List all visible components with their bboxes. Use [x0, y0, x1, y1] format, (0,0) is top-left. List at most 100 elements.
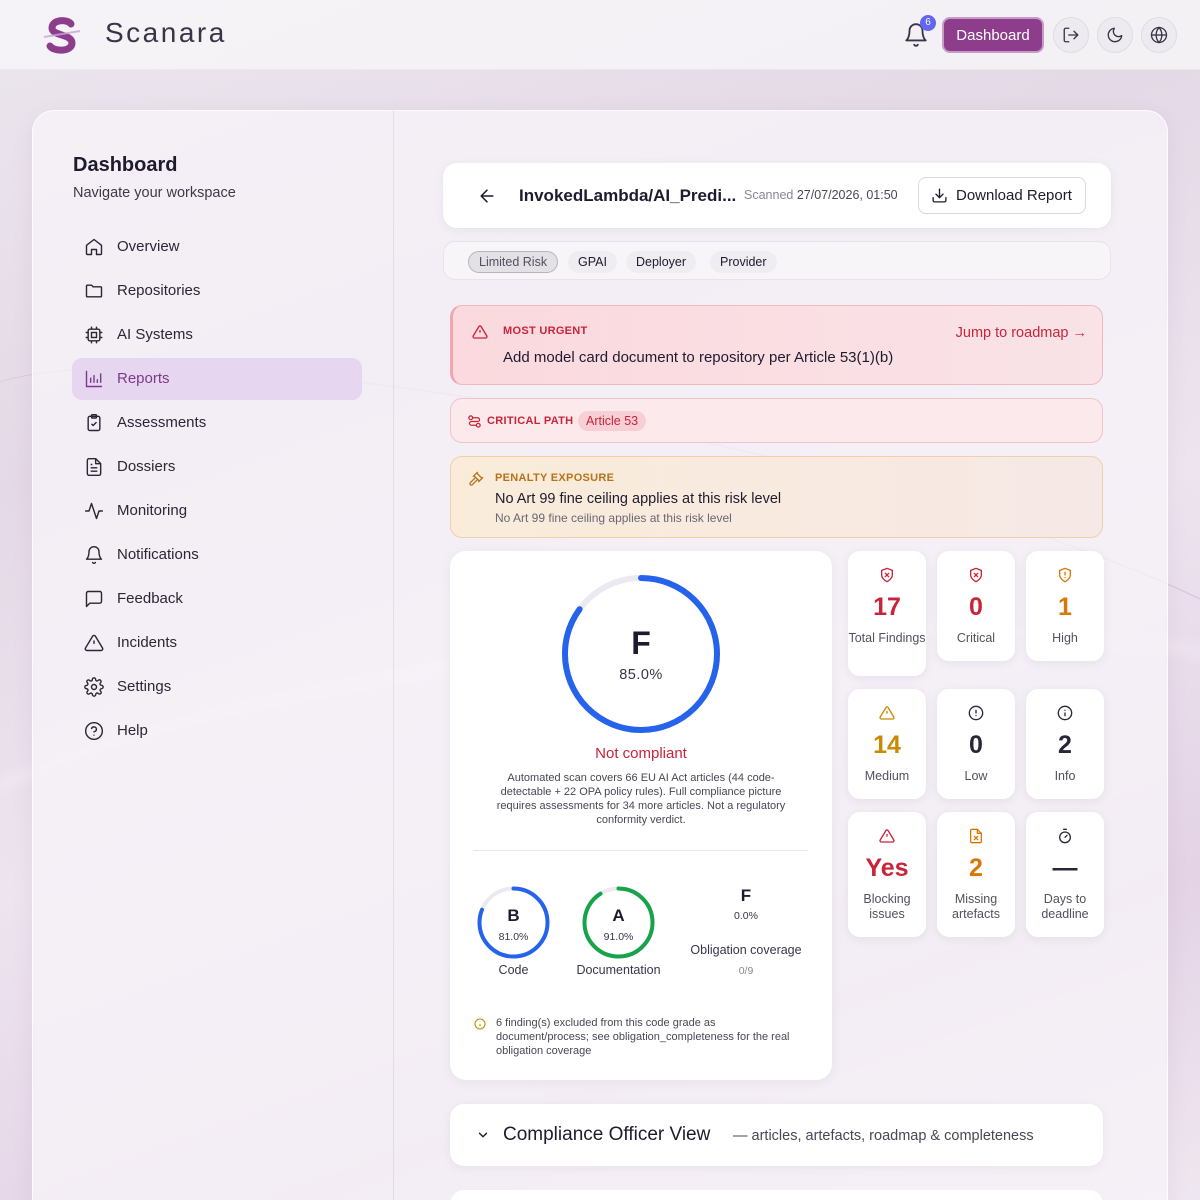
- code-percent: 81.0%: [498, 931, 529, 943]
- sidebar-item-label: Notifications: [117, 546, 199, 563]
- report-title: InvokedLambda/AI_Predi...: [519, 186, 737, 205]
- alert-circle-icon: [968, 705, 984, 721]
- stat-label: High: [1052, 631, 1078, 645]
- scanara-logo-icon[interactable]: [40, 14, 84, 58]
- language-button[interactable]: [1141, 17, 1177, 53]
- stat-label: Total Findings: [848, 631, 926, 645]
- sidebar-item-settings[interactable]: Settings: [72, 666, 362, 708]
- sidebar-item-label: Incidents: [117, 634, 178, 651]
- logout-button[interactable]: [1053, 17, 1089, 53]
- stat-days-to-deadline[interactable]: — Days to deadline: [1026, 812, 1104, 937]
- sidebar-item-label: Monitoring: [117, 502, 188, 519]
- stat-value: —: [1052, 854, 1078, 882]
- sidebar-item-label: Overview: [117, 238, 180, 255]
- sidebar-item-label: Repositories: [117, 282, 201, 299]
- stat-total-findings[interactable]: 17 Total Findings: [848, 551, 926, 676]
- compliance-score-card: F 85.0% Not compliant Automated scan cov…: [450, 551, 832, 1080]
- chevron-down-icon: [478, 1132, 488, 1138]
- warning-icon: [879, 829, 895, 843]
- critical-path-label: CRITICAL PATH: [487, 415, 574, 427]
- scan-coverage-note: Automated scan covers 66 EU AI Act artic…: [496, 772, 786, 826]
- download-report-label: Download Report: [956, 187, 1072, 204]
- stat-missing-artefacts[interactable]: 2 Missing artefacts: [937, 812, 1015, 937]
- shield-x-icon: [881, 567, 893, 583]
- stat-medium[interactable]: 14 Medium: [848, 689, 926, 799]
- stat-label: Critical: [956, 631, 996, 645]
- stat-label: Blocking issues: [863, 892, 911, 921]
- sidebar-item-repositories[interactable]: Repositories: [72, 270, 362, 312]
- clipboard-check-icon: [87, 413, 101, 432]
- sidebar: Dashboard Navigate your workspace Overvi…: [32, 110, 394, 1200]
- bar-chart-icon: [85, 370, 103, 388]
- stat-low[interactable]: 0 Low: [937, 689, 1015, 799]
- sidebar-item-monitoring[interactable]: Monitoring: [72, 490, 362, 532]
- divider: [473, 850, 808, 851]
- officer-view-title: Compliance Officer View: [503, 1124, 711, 1145]
- bell-icon: [85, 546, 103, 564]
- sidebar-title: Dashboard: [73, 154, 178, 176]
- sidebar-item-label: Reports: [117, 370, 170, 387]
- back-arrow-icon[interactable]: [477, 186, 497, 206]
- sidebar-subtitle: Navigate your workspace: [73, 185, 236, 201]
- theme-toggle-button[interactable]: [1097, 17, 1133, 53]
- documentation-percent: 91.0%: [603, 931, 634, 943]
- most-urgent-label: MOST URGENT: [503, 325, 588, 337]
- stat-label: Days to deadline: [1041, 892, 1089, 921]
- stat-label: Low: [964, 769, 988, 783]
- sidebar-item-reports[interactable]: Reports: [72, 358, 362, 400]
- jump-to-roadmap-link[interactable]: Jump to roadmap →: [956, 325, 1087, 341]
- obligation-grade: F: [740, 886, 752, 905]
- tag-deployer[interactable]: Deployer: [626, 251, 697, 273]
- sidebar-item-notifications[interactable]: Notifications: [72, 534, 362, 576]
- compliance-officer-view-toggle[interactable]: Compliance Officer View — articles, arte…: [450, 1104, 1103, 1166]
- sidebar-item-dossiers[interactable]: Dossiers: [72, 446, 362, 488]
- globe-icon: [1150, 26, 1168, 44]
- notification-count-badge: 6: [920, 15, 936, 31]
- tag-provider[interactable]: Provider: [710, 251, 777, 273]
- message-icon: [85, 590, 103, 608]
- stat-value: 17: [873, 593, 901, 621]
- stat-blocking-issues[interactable]: Yes Blocking issues: [848, 812, 926, 937]
- sidebar-item-incidents[interactable]: Incidents: [72, 622, 362, 664]
- shield-alert-icon: [1059, 567, 1071, 583]
- penalty-exposure-alert: PENALTY EXPOSURE No Art 99 fine ceiling …: [450, 456, 1103, 538]
- stat-value: Yes: [865, 854, 909, 882]
- sidebar-item-help[interactable]: Help: [72, 710, 362, 752]
- sidebar-item-feedback[interactable]: Feedback: [72, 578, 362, 620]
- tag-limited-risk[interactable]: Limited Risk: [468, 251, 559, 273]
- download-report-button[interactable]: Download Report: [918, 177, 1086, 214]
- warning-icon: [84, 634, 104, 652]
- compliance-status: Not compliant: [595, 745, 687, 762]
- sidebar-item-ai-systems[interactable]: AI Systems: [72, 314, 362, 356]
- sidebar-item-overview[interactable]: Overview: [72, 226, 362, 268]
- dashboard-button[interactable]: Dashboard: [942, 17, 1044, 53]
- scanned-date: 27/07/2026, 01:50: [796, 188, 898, 202]
- download-icon: [932, 188, 947, 203]
- stat-info[interactable]: 2 Info: [1026, 689, 1104, 799]
- stat-value: 1: [1058, 593, 1072, 621]
- shield-x-icon: [970, 567, 982, 583]
- excluded-findings-note: 6 finding(s) excluded from this code gra…: [496, 1017, 790, 1057]
- most-urgent-alert: MOST URGENT Add model card document to r…: [450, 305, 1103, 385]
- critical-path-alert: CRITICAL PATH Article 53: [450, 398, 1103, 443]
- next-section-card: [450, 1190, 1103, 1200]
- warning-icon: [472, 325, 488, 339]
- obligation-count: 0/9: [738, 965, 754, 977]
- activity-icon: [84, 502, 104, 520]
- info-icon: [474, 1018, 486, 1030]
- critical-path-tag[interactable]: Article 53: [578, 411, 647, 431]
- help-icon: [84, 721, 104, 741]
- sidebar-item-label: Help: [117, 722, 148, 739]
- penalty-exposure-label: PENALTY EXPOSURE: [495, 472, 615, 484]
- home-icon: [85, 238, 103, 256]
- stat-value: 0: [969, 593, 983, 621]
- sidebar-item-label: Feedback: [117, 590, 183, 607]
- documentation-grade: A: [612, 906, 625, 925]
- stat-value: 2: [969, 854, 983, 882]
- sidebar-item-assessments[interactable]: Assessments: [72, 402, 362, 444]
- info-icon: [1057, 705, 1073, 721]
- stat-critical[interactable]: 0 Critical: [937, 551, 1015, 661]
- tag-gpai[interactable]: GPAI: [568, 251, 617, 273]
- document-icon: [86, 457, 102, 477]
- stat-high[interactable]: 1 High: [1026, 551, 1104, 661]
